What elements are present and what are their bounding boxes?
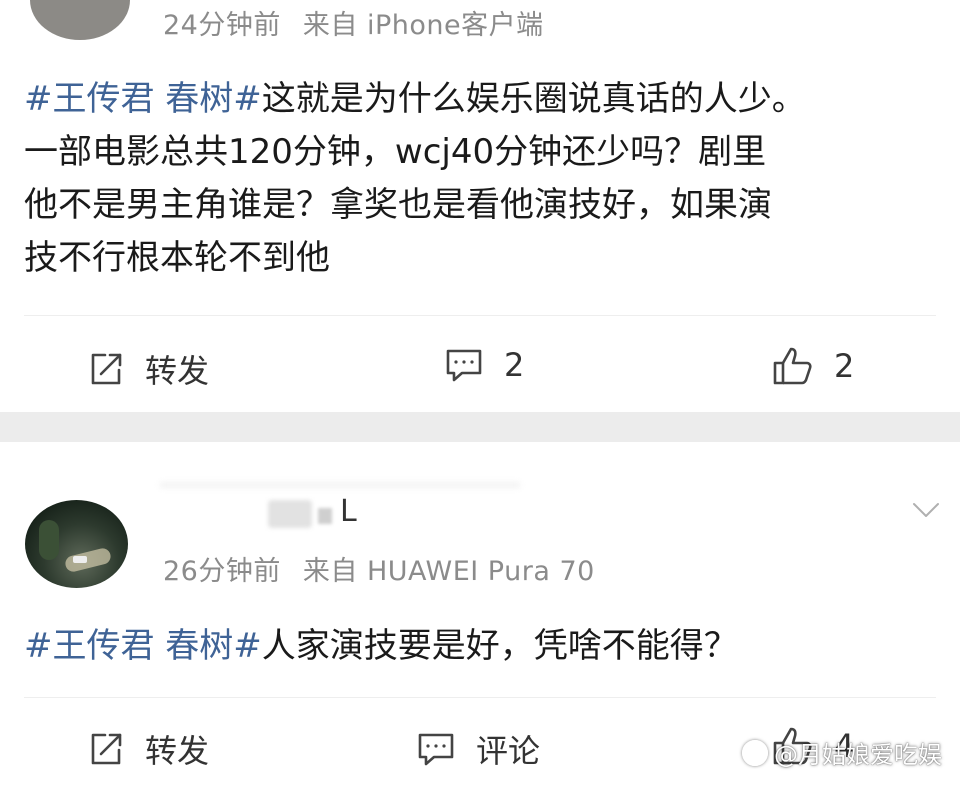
post-time: 26分钟前: [163, 556, 281, 587]
comment-icon: [446, 349, 482, 382]
chevron-down-icon[interactable]: [912, 495, 940, 523]
post-meta: 24分钟前 来自 iPhone客户端: [163, 3, 544, 42]
post-content: #王传君 春树#人家演技要是好，凭啥不能得？: [24, 620, 738, 673]
watermark-text: @月姑娘爱吃娱: [774, 741, 942, 769]
content-line: 人家演技要是好，凭啥不能得？: [261, 626, 738, 666]
repost-label: 转发: [145, 352, 210, 390]
comment-count: 2: [504, 346, 525, 384]
post-content: #王传君 春树#这就是为什么娱乐圈说真话的人少。 一部电影总共120分钟，wcj…: [24, 73, 806, 285]
redacted-username: [318, 508, 332, 524]
hashtag-link[interactable]: #王传君 春树#: [24, 626, 262, 666]
like-button[interactable]: 2: [772, 346, 854, 386]
content-line: 他不是男主角谁是？拿奖也是看他演技好，如果演: [24, 185, 772, 225]
repost-icon: [91, 733, 122, 765]
comment-button[interactable]: 评论: [416, 726, 540, 772]
content-line: 一部电影总共120分钟，wcj40分钟还少吗？剧里: [24, 132, 767, 172]
divider: [24, 315, 936, 316]
redacted-area: [160, 482, 520, 488]
repost-icon: [91, 353, 122, 385]
weibo-post-1: 24分钟前 来自 iPhone客户端 #王传君 春树#这就是为什么娱乐圈说真话的人…: [0, 0, 960, 412]
comment-button[interactable]: 2: [444, 346, 524, 384]
redacted-username: [268, 500, 312, 528]
repost-label: 转发: [145, 732, 210, 770]
watermark: @月姑娘爱吃娱: [742, 735, 942, 770]
user-avatar[interactable]: [30, 0, 130, 40]
repost-button[interactable]: 转发: [87, 346, 209, 392]
post-meta: 26分钟前 来自 HUAWEI Pura 70: [163, 549, 595, 588]
post-source: 来自 HUAWEI Pura 70: [302, 556, 595, 587]
post-time: 24分钟前: [163, 10, 281, 41]
post-separator: [0, 412, 960, 442]
username[interactable]: L: [340, 494, 357, 529]
user-avatar[interactable]: [25, 500, 128, 588]
comment-icon: [418, 733, 454, 766]
content-line: 技不行根本轮不到他: [24, 238, 330, 278]
repost-button[interactable]: 转发: [87, 726, 209, 772]
comment-label: 评论: [476, 732, 541, 770]
thumbs-up-icon: [773, 347, 812, 385]
post-source: 来自 iPhone客户端: [302, 10, 544, 41]
watermark-icon: [742, 739, 768, 766]
content-line: 这就是为什么娱乐圈说真话的人少。: [261, 79, 806, 119]
like-count: 2: [834, 347, 855, 385]
divider: [24, 697, 936, 698]
hashtag-link[interactable]: #王传君 春树#: [24, 79, 262, 119]
